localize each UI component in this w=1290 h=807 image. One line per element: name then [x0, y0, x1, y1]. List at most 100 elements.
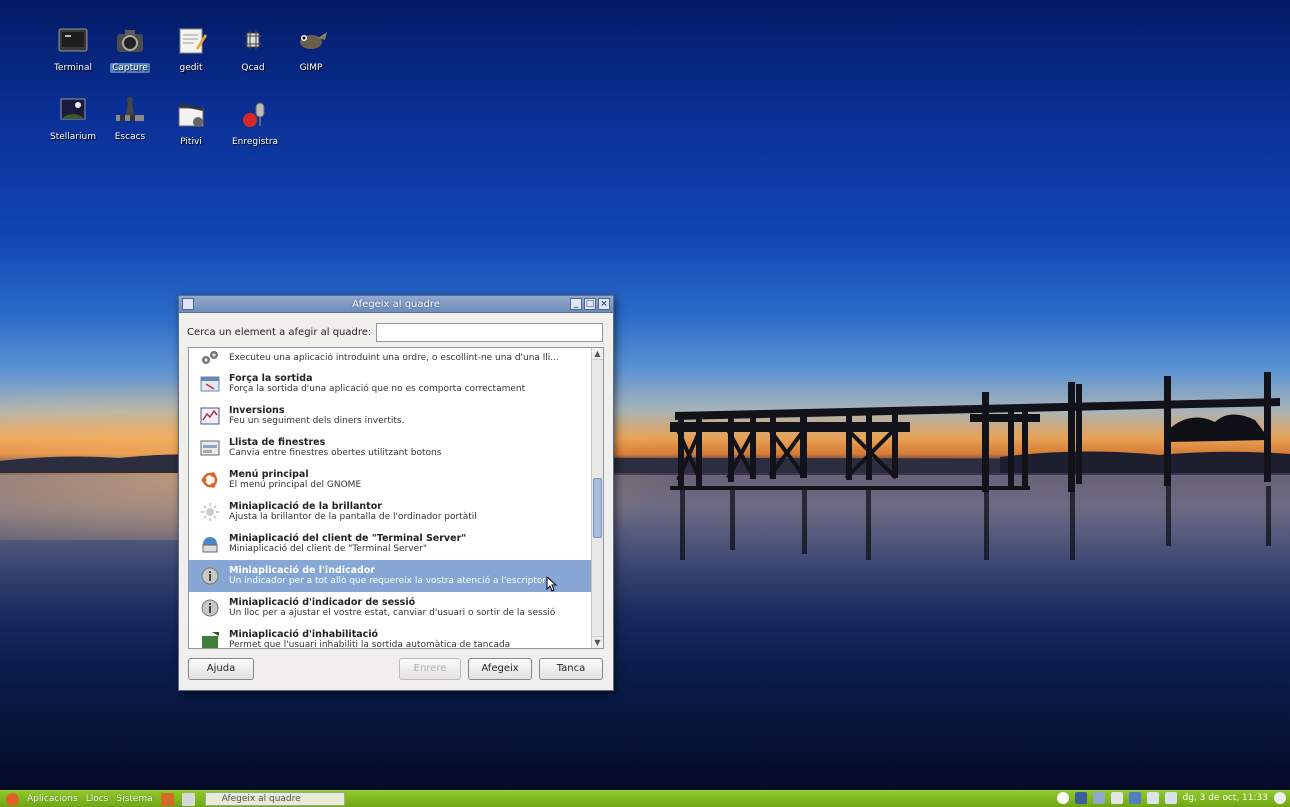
- desktop-icon-label: Qcad: [241, 63, 265, 73]
- camera-icon: [117, 30, 143, 52]
- add-to-panel-dialog: Afegeix al quadre _ □ × Cerca un element…: [178, 295, 614, 691]
- item-title: Miniaplicació de l'indicador: [229, 565, 376, 576]
- desktop-icon-gimp[interactable]: GIMP: [278, 26, 344, 73]
- item-description: Un indicador per a tot allò que requerei…: [229, 576, 549, 586]
- desktop-icon-label: Capture: [110, 63, 150, 73]
- item-title: Menú principal: [229, 469, 309, 480]
- close-button[interactable]: Tanca: [539, 658, 603, 680]
- terminal-server-icon: [202, 537, 218, 553]
- search-row: Cerca un element a afegir al quadre:: [187, 322, 603, 342]
- search-label: Cerca un element a afegir al quadre:: [187, 326, 372, 338]
- scroll-down-icon[interactable]: ▼: [592, 636, 603, 648]
- firefox-launcher-icon[interactable]: [160, 792, 174, 806]
- item-title: Inversions: [229, 405, 285, 416]
- item-description: Canvia entre finestres obertes utilitzan…: [229, 448, 442, 458]
- mail-icon[interactable]: [1146, 792, 1159, 804]
- back-button[interactable]: Enrere: [399, 658, 461, 680]
- power-icon[interactable]: [1274, 792, 1286, 804]
- close-icon[interactable]: ×: [598, 298, 610, 310]
- gimp-icon: [300, 32, 327, 49]
- investments-icon: [200, 407, 220, 425]
- brightness-icon: [201, 503, 219, 521]
- microphone-icon: [243, 102, 265, 127]
- workspace-2-icon[interactable]: [1092, 792, 1105, 804]
- item-title: Miniaplicació d'indicador de sessió: [229, 597, 416, 608]
- desktop-icon-gedit[interactable]: gedit: [158, 26, 224, 73]
- maximize-icon[interactable]: □: [584, 298, 596, 310]
- list-item-investments[interactable]: Inversions Feu un seguiment dels diners …: [189, 400, 592, 432]
- list-item-inhibit[interactable]: Miniaplicació d'inhabilitació Permet que…: [189, 624, 592, 649]
- taskbar-window-button[interactable]: Afegeix al quadre: [204, 792, 345, 806]
- desktop-icon-escacs[interactable]: Escacs: [97, 95, 163, 142]
- add-button[interactable]: Afegeix: [468, 658, 532, 680]
- help-button[interactable]: Ajuda: [188, 658, 254, 680]
- list-item-run[interactable]: Executeu una aplicació introduint una or…: [189, 348, 592, 368]
- cad-icon: [244, 30, 262, 50]
- gnome-panel: Aplicacions Llocs Sistema Afegeix al qua…: [0, 790, 1290, 807]
- minimize-icon[interactable]: _: [570, 298, 582, 310]
- session-indicator-icon: [201, 599, 219, 617]
- menu-system[interactable]: Sistema: [116, 794, 152, 804]
- list-scrollbar[interactable]: ▲ ▼: [591, 348, 603, 648]
- item-description: Feu un seguiment dels diners invertits.: [229, 416, 405, 426]
- item-description: El menú principal del GNOME: [229, 480, 362, 490]
- help-launcher-icon[interactable]: [181, 792, 195, 806]
- desktop-icon-capture[interactable]: Capture: [97, 26, 163, 73]
- list-item-indicator[interactable]: Miniaplicació de l'indicador Un indicado…: [189, 560, 592, 592]
- workspace-3-icon[interactable]: [1110, 792, 1123, 804]
- video-editor-icon: [178, 103, 204, 127]
- list-item-session-indicator[interactable]: Miniaplicació d'indicador de sessió Un l…: [189, 592, 592, 624]
- item-title: Força la sortida: [229, 373, 313, 384]
- menu-applications[interactable]: Aplicacions: [27, 794, 78, 804]
- volume-icon[interactable]: [1164, 792, 1177, 804]
- list-item-terminal-server[interactable]: Miniaplicació del client de "Terminal Se…: [189, 528, 592, 560]
- mouse-cursor-icon: [546, 576, 558, 592]
- scroll-up-icon[interactable]: ▲: [592, 348, 603, 360]
- inhibit-icon: [202, 632, 219, 648]
- item-description: Permet que l'usuari inhabiliti la sortid…: [229, 640, 511, 649]
- list-item-brightness[interactable]: Miniaplicació de la brillantor Ajusta la…: [189, 496, 592, 528]
- dialog-titlebar[interactable]: Afegeix al quadre _ □ ×: [179, 296, 613, 313]
- item-description: Miniaplicació del client de "Terminal Se…: [229, 544, 427, 554]
- run-command-icon: [202, 351, 218, 364]
- window-list-icon: [200, 440, 220, 456]
- terminal-icon: [58, 28, 88, 52]
- item-title: Miniaplicació de la brillantor: [229, 501, 382, 512]
- desktop-icon-qcad[interactable]: Qcad: [220, 26, 286, 73]
- item-description: Força la sortida d'una aplicació que no …: [229, 384, 526, 394]
- desktop-icon-label: Pitivi: [180, 137, 202, 147]
- force-quit-icon: [200, 376, 220, 392]
- item-description: Un lloc per a ajustar el vostre estat, c…: [229, 608, 556, 618]
- applet-list: Executeu una aplicació introduint una or…: [188, 347, 604, 649]
- item-title: Miniaplicació del client de "Terminal Se…: [229, 533, 467, 544]
- desktop-icon-label: Escacs: [114, 132, 146, 142]
- indicator-icon: [201, 567, 219, 585]
- list-item-main-menu[interactable]: Menú principal El menú principal del GNO…: [189, 464, 592, 496]
- desktop-icon-label: Enregistra: [231, 137, 279, 147]
- desktop-icon-pitivi[interactable]: Pitivi: [158, 100, 224, 147]
- scrollbar-thumb[interactable]: [593, 478, 602, 538]
- ubuntu-menu-icon[interactable]: [6, 792, 19, 806]
- system-tray: dg, 3 de oct, 11:33: [1056, 792, 1286, 804]
- accessibility-icon[interactable]: [1056, 792, 1069, 804]
- desktop-icon-label: gedit: [179, 63, 203, 73]
- item-title: Llista de finestres: [229, 437, 326, 448]
- text-editor-icon: [179, 28, 207, 54]
- list-item-force-quit[interactable]: Força la sortida Força la sortida d'una …: [189, 368, 592, 400]
- item-description: Ajusta la brillantor de la pantalla de l…: [229, 512, 477, 522]
- item-description: Executeu una aplicació introduint una or…: [229, 352, 559, 363]
- panel-clock[interactable]: dg, 3 de oct, 11:33: [1183, 793, 1269, 803]
- network-icon[interactable]: [1128, 792, 1141, 804]
- item-title: Miniaplicació d'inhabilitació: [229, 629, 379, 640]
- desktop-icon-label: GIMP: [299, 63, 323, 73]
- menu-places[interactable]: Llocs: [86, 794, 109, 804]
- ubuntu-logo-icon: [201, 472, 218, 488]
- search-input[interactable]: [376, 322, 603, 342]
- chess-icon: [116, 97, 144, 121]
- workspace-1-icon[interactable]: [1074, 792, 1087, 804]
- desktop-icon-enregistra[interactable]: Enregistra: [222, 100, 288, 147]
- desktop-icon-label: Stellarium: [50, 132, 96, 142]
- stellarium-icon: [60, 98, 86, 120]
- dialog-title: Afegeix al quadre: [352, 298, 440, 310]
- list-item-window-list[interactable]: Llista de finestres Canvia entre finestr…: [189, 432, 592, 464]
